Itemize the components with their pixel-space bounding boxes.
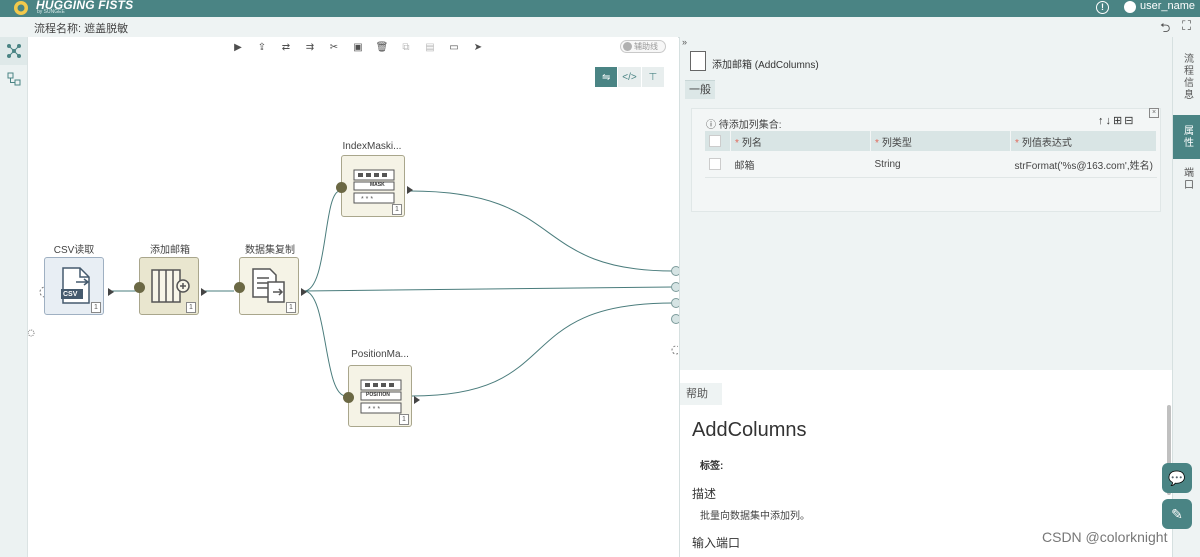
columns-section-label: ⓘ 待添加列集合: (706, 116, 782, 131)
help-description-heading: 描述 (692, 487, 717, 501)
user-avatar-icon[interactable] (1124, 1, 1136, 13)
user-name[interactable]: user_name (1140, 0, 1195, 12)
rail-flow-info-label: 流程信息 (1181, 53, 1193, 101)
edit-note-icon[interactable]: ✎ (1162, 499, 1192, 529)
tab-help[interactable]: 帮助 (680, 383, 722, 405)
row-checkbox[interactable] (709, 158, 721, 170)
rail-ports[interactable]: 端口 (1173, 159, 1200, 199)
info-icon: ⓘ (706, 120, 719, 131)
fullscreen-icon[interactable]: ⛶ (1182, 18, 1191, 34)
cell-expr[interactable]: strFormat('%s@163.com',姓名) (1010, 151, 1157, 178)
column-actions[interactable]: ↑↓⊞⊟ (1098, 114, 1135, 127)
input-port[interactable] (134, 282, 145, 293)
header-column-expr: * 列值表达式 (1010, 131, 1157, 151)
node-dataset-copy[interactable]: 1 (234, 257, 307, 315)
position-icon-text: POSITION (366, 392, 390, 398)
node-count: 1 (91, 302, 101, 313)
mask-icon-text: MASK (370, 182, 385, 188)
rail-ports-label: 端口 (1181, 167, 1193, 191)
node-count: 1 (186, 302, 196, 313)
output-port[interactable] (407, 186, 413, 194)
columns-section-text: 待添加列集合: (718, 120, 782, 131)
rail-properties[interactable]: 属性 (1173, 115, 1200, 159)
node-count: 1 (392, 204, 402, 215)
property-panel: » 添加邮箱 (AddColumns) 一般 ⓘ 待添加列集合: ↑↓⊞⊟ × … (679, 37, 1172, 557)
columns-table: * 列名 * 列类型 * 列值表达式 邮箱 String strFormat('%s@… (705, 131, 1157, 178)
chat-icon[interactable]: 💬 (1162, 463, 1192, 493)
close-icon[interactable]: × (1149, 108, 1159, 118)
node-label-position-masking: PositionMa... (351, 349, 409, 360)
cell-type[interactable]: String (870, 151, 1011, 178)
node-index-masking[interactable]: * * * MASK 1 (336, 155, 413, 217)
svg-text:* * *: * * * (368, 406, 380, 413)
output-port[interactable] (301, 288, 307, 296)
tab-general[interactable]: 一般 (685, 80, 715, 99)
brand-logo-icon (14, 1, 28, 15)
header-name-text: 列名 (741, 137, 762, 149)
input-port[interactable] (336, 182, 347, 193)
flow-graph-icon[interactable] (0, 37, 27, 65)
output-port[interactable] (108, 288, 114, 296)
node-label-csv: CSV读取 (53, 245, 95, 256)
csv-file-icon (61, 267, 90, 304)
table-row[interactable]: 邮箱 String strFormat('%s@163.com',姓名) (705, 151, 1157, 178)
input-port[interactable] (343, 392, 354, 403)
node-label-add-columns: 添加邮箱 (150, 245, 190, 256)
node-label-copy: 数据集复制 (245, 245, 295, 256)
cell-name[interactable]: 邮箱 (730, 151, 871, 178)
add-columns-icon (151, 269, 190, 303)
table-header-row: * 列名 * 列类型 * 列值表达式 (705, 131, 1157, 151)
help-title: AddColumns (692, 419, 807, 441)
top-bar: HUGGING FISTS by SUNGEE ! user_name (0, 0, 1200, 17)
columns-box: ⓘ 待添加列集合: ↑↓⊞⊟ × * 列名 * 列类型 * 列值表达式 邮箱 S… (691, 108, 1161, 212)
input-port[interactable] (234, 282, 245, 293)
edges-layer (28, 190, 678, 397)
row-select-cell[interactable] (705, 151, 731, 178)
brand-subtitle: by SUNGEE (37, 9, 65, 15)
node-label-index-masking: IndexMaski... (342, 141, 402, 152)
select-all-cell[interactable] (705, 131, 731, 151)
node-csv-reader[interactable]: CSV 1 (44, 257, 114, 315)
watermark: CSDN @colorknight (1042, 529, 1168, 545)
svg-text:* * *: * * * (361, 196, 373, 203)
panel-header: 添加邮箱 (AddColumns) (712, 60, 819, 71)
flow-title-bar: 流程名称: 遮盖脱敏 ⮌ ⛶ (0, 17, 1200, 38)
left-rail (0, 37, 28, 557)
help-tags: 标签: (700, 461, 724, 472)
properties-section: » 添加邮箱 (AddColumns) 一般 ⓘ 待添加列集合: ↑↓⊞⊟ × … (680, 37, 1172, 370)
flow-canvas[interactable]: ▶ ⇪ ⇄ ⇉ ✂ ▣ 🗑 ⧉ ▤ ▭ ➤ 辅助线 ⇋ </> ⊤ CSV读取 … (28, 37, 681, 557)
csv-icon-text: CSV (63, 291, 78, 298)
component-tree-icon[interactable] (0, 65, 27, 93)
node-count: 1 (399, 414, 409, 425)
node-position-masking[interactable]: * * * POSITION 1 (343, 365, 420, 427)
copy-dataset-icon (252, 268, 285, 303)
add-columns-small-icon (690, 51, 706, 71)
select-all-checkbox[interactable] (709, 135, 721, 147)
node-add-columns[interactable]: 1 (134, 257, 207, 315)
collapse-icon[interactable]: » (682, 37, 687, 47)
header-column-name: * 列名 (730, 131, 871, 151)
output-port[interactable] (414, 396, 420, 404)
help-description: 批量向数据集中添加列。 (700, 511, 810, 522)
flow-title: 流程名称: 遮盖脱敏 (34, 23, 129, 35)
rail-flow-info[interactable]: 流程信息 (1173, 37, 1200, 115)
header-column-type: * 列类型 (870, 131, 1011, 151)
header-expr-text: 列值表达式 (1021, 137, 1072, 149)
header-type-text: 列类型 (881, 137, 912, 149)
info-icon[interactable]: ! (1096, 1, 1109, 14)
help-input-heading: 输入端口 (692, 536, 741, 550)
node-count: 1 (286, 302, 296, 313)
rail-properties-label: 属性 (1181, 125, 1193, 149)
output-port[interactable] (201, 288, 207, 296)
